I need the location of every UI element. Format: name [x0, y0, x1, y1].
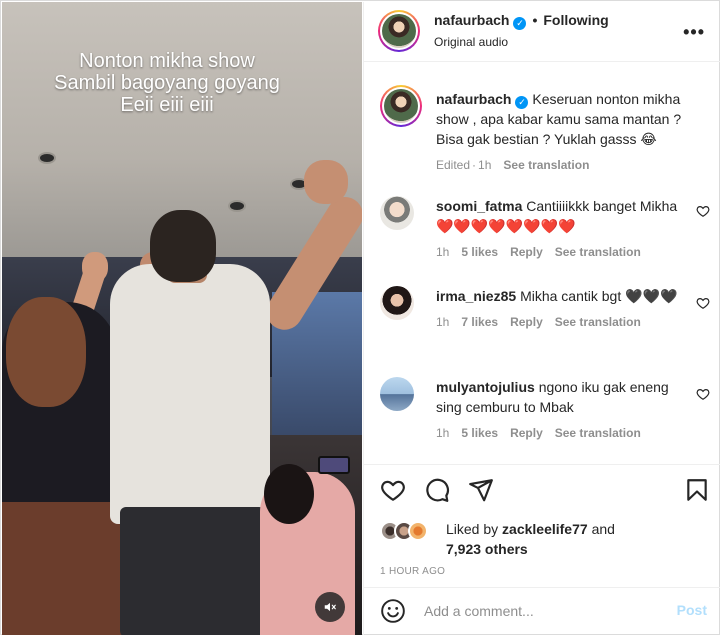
- reply-button[interactable]: Reply: [510, 245, 543, 259]
- likes-text: Liked by zackleelife77 and 7,923 others: [446, 519, 696, 559]
- audio-label[interactable]: Original audio: [434, 35, 508, 49]
- verified-badge-icon: ✓: [515, 96, 529, 109]
- post-header: nafaurbach ✓ • Following Original audio •••: [364, 2, 720, 62]
- reply-button[interactable]: Reply: [510, 426, 543, 440]
- comment-row: irma_niez85 Mikha cantik bgt 🖤🖤🖤 1h 7 lik…: [380, 286, 710, 356]
- separator-dot: •: [532, 12, 538, 28]
- avatar-image: [384, 89, 418, 123]
- post-timestamp[interactable]: 1 HOUR AGO: [380, 566, 445, 577]
- post-panel: nafaurbach ✓ • Following Original audio •••…: [363, 2, 720, 635]
- like-comment-heart-icon[interactable]: [696, 296, 710, 310]
- woman-skirt: [2, 502, 122, 635]
- comment-username[interactable]: soomi_fatma: [436, 198, 522, 214]
- comments-section: nafaurbach ✓ Keseruan nonton mikha show ,…: [364, 63, 720, 463]
- comment-likes[interactable]: 5 likes: [461, 245, 498, 259]
- post-comment-button[interactable]: Post: [677, 602, 707, 618]
- caption-time[interactable]: 1h: [478, 158, 491, 172]
- emoji-smiley-icon[interactable]: [380, 598, 406, 624]
- see-translation-link[interactable]: See translation: [555, 245, 641, 259]
- share-paper-plane-icon[interactable]: [468, 477, 494, 503]
- man-right-hand: [304, 160, 348, 204]
- comment-meta: 1h 5 likes Reply See translation: [436, 423, 692, 443]
- man-shirt: [110, 264, 270, 524]
- reply-button[interactable]: Reply: [510, 315, 543, 329]
- caption-row: nafaurbach ✓ Keseruan nonton mikha show ,…: [380, 85, 710, 175]
- save-bookmark-icon[interactable]: [684, 477, 710, 503]
- post-window: Nonton mikha show Sambil bagoyang goyang…: [0, 0, 720, 635]
- girl-hair: [264, 464, 314, 524]
- comment-row: mulyantojulius ngono iku gak eneng sing …: [380, 377, 710, 447]
- comment-bubble-icon[interactable]: [424, 477, 450, 503]
- caption-meta: Edited · 1h See translation: [436, 155, 692, 175]
- see-translation-link[interactable]: See translation: [555, 315, 641, 329]
- verified-badge-icon: ✓: [513, 17, 527, 30]
- commenter-avatar[interactable]: [380, 377, 414, 411]
- woman-hand: [82, 252, 108, 282]
- caption-username[interactable]: nafaurbach: [436, 91, 511, 107]
- avatar-border: [380, 12, 418, 50]
- liker-avatar: [408, 521, 428, 541]
- likes-count[interactable]: 7,923 others: [446, 541, 528, 557]
- commenter-avatar[interactable]: [380, 196, 414, 230]
- phone-screen: [318, 456, 350, 474]
- man-pants: [120, 507, 265, 635]
- like-comment-heart-icon[interactable]: [696, 204, 710, 218]
- edited-label: Edited: [436, 158, 471, 172]
- comment-time[interactable]: 1h: [436, 315, 449, 329]
- comment-text: Mikha cantik bgt 🖤🖤🖤: [520, 288, 678, 304]
- caption-avatar[interactable]: [380, 85, 422, 127]
- author-username[interactable]: nafaurbach: [434, 12, 509, 28]
- post-actions: Liked by zackleelife77 and 7,923 others …: [364, 464, 720, 584]
- woman-hair: [6, 297, 86, 407]
- author-avatar[interactable]: [378, 10, 420, 52]
- following-button[interactable]: Following: [543, 12, 608, 28]
- comment-input[interactable]: [424, 600, 654, 622]
- see-translation-link[interactable]: See translation: [555, 426, 641, 440]
- add-comment-bar: Post: [364, 587, 720, 635]
- ceiling-light: [40, 154, 54, 162]
- header-title-row: nafaurbach ✓ • Following: [434, 12, 609, 30]
- comment-meta: 1h 7 likes Reply See translation: [436, 312, 692, 332]
- more-options-icon[interactable]: •••: [683, 22, 705, 43]
- mute-button[interactable]: [315, 592, 345, 622]
- liked-and-label: and: [591, 521, 615, 537]
- comment-likes[interactable]: 5 likes: [461, 426, 498, 440]
- post-video[interactable]: Nonton mikha show Sambil bagoyang goyang…: [2, 2, 362, 635]
- video-caption-overlay: Nonton mikha show Sambil bagoyang goyang…: [2, 50, 332, 116]
- see-translation-link[interactable]: See translation: [503, 158, 589, 172]
- liked-by-user[interactable]: zackleelife77: [502, 521, 588, 537]
- comment-username[interactable]: mulyantojulius: [436, 379, 535, 395]
- liker-avatars: [380, 521, 440, 543]
- comment-username[interactable]: irma_niez85: [436, 288, 516, 304]
- comment-time[interactable]: 1h: [436, 245, 449, 259]
- comment-body: mulyantojulius ngono iku gak eneng sing …: [436, 377, 692, 443]
- meta-dot: ·: [472, 158, 477, 172]
- comment-body: irma_niez85 Mikha cantik bgt 🖤🖤🖤 1h 7 lik…: [436, 286, 692, 332]
- overlay-line: Eeii eiii eiii: [120, 94, 214, 116]
- liked-by-label: Liked by: [446, 521, 499, 537]
- like-heart-icon[interactable]: [380, 477, 406, 503]
- comment-row: soomi_fatma Cantiiiikkk banget Mikha ❤️❤…: [380, 196, 710, 266]
- comment-meta: 1h 5 likes Reply See translation: [436, 242, 692, 262]
- ceiling-light: [230, 202, 244, 210]
- overlay-line: Sambil bagoyang goyang: [54, 72, 280, 94]
- comment-body: soomi_fatma Cantiiiikkk banget Mikha ❤️❤…: [436, 196, 692, 262]
- avatar-image: [382, 14, 416, 48]
- avatar-border: [382, 87, 420, 125]
- overlay-line: Nonton mikha show: [79, 50, 255, 72]
- comment-likes[interactable]: 7 likes: [461, 315, 498, 329]
- comment-time[interactable]: 1h: [436, 426, 449, 440]
- caption-body: nafaurbach ✓ Keseruan nonton mikha show ,…: [436, 89, 692, 175]
- speaker-muted-icon: [324, 602, 336, 612]
- commenter-avatar[interactable]: [380, 286, 414, 320]
- man-head: [150, 210, 216, 282]
- like-comment-heart-icon[interactable]: [696, 387, 710, 401]
